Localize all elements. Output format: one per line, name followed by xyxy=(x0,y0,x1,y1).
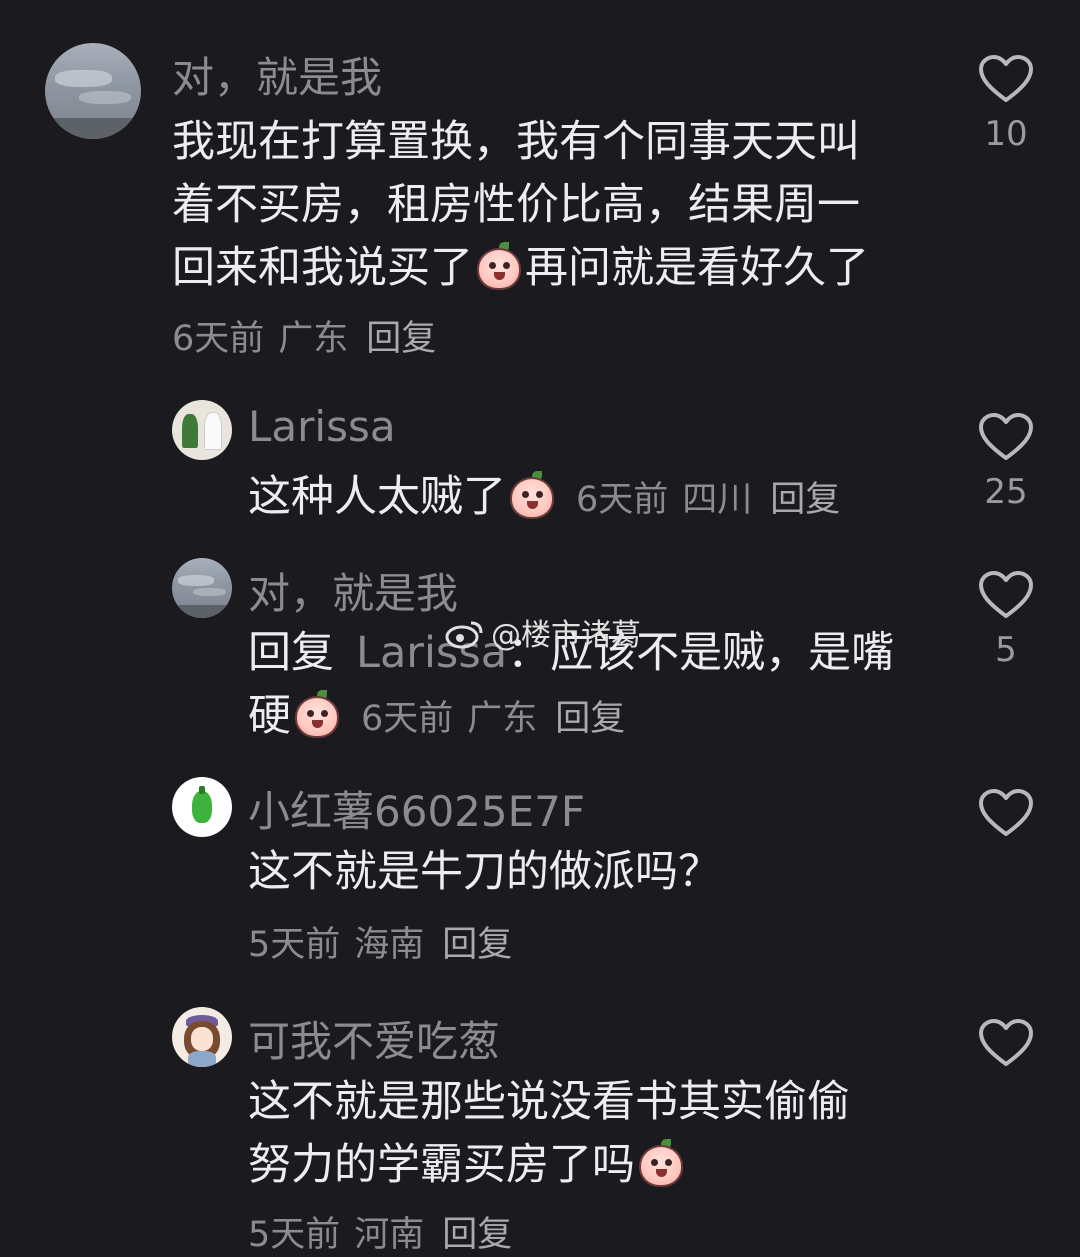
heart-outline-icon xyxy=(979,55,1033,102)
like-button[interactable]: 10 xyxy=(966,54,1046,154)
comment-meta: 5天前 河南 回复 xyxy=(248,1215,513,1255)
comment-meta: 6天前 广东 回复 xyxy=(172,319,437,359)
avatar[interactable] xyxy=(172,400,232,460)
comment-username[interactable]: 对，就是我 xyxy=(172,44,382,105)
green-pepper-icon xyxy=(192,791,212,823)
comment-username[interactable]: 小红薯66025E7F xyxy=(248,778,585,839)
heart-outline-icon xyxy=(979,1019,1033,1066)
comment-username[interactable]: 对，就是我 xyxy=(248,560,458,621)
weibo-logo-icon xyxy=(445,619,485,649)
reply-button[interactable]: 回复 xyxy=(366,319,436,359)
reply-button[interactable]: 回复 xyxy=(770,480,840,520)
heart-outline-icon xyxy=(979,789,1033,836)
like-button[interactable]: 5 xyxy=(966,570,1046,670)
comment-text: 我现在打算置换，我有个同事天天叫 着不买房，租房性价比高，结果周一 回来和我说买… xyxy=(172,117,869,293)
comment-text: 这不就是那些说没看书其实偷偷 努力的学霸买房了吗 xyxy=(248,1077,850,1190)
like-count: 5 xyxy=(995,630,1017,670)
like-button[interactable]: 25 xyxy=(966,412,1046,512)
reply-button[interactable]: 回复 xyxy=(555,699,625,739)
heart-outline-icon xyxy=(979,571,1033,618)
heart-outline-icon xyxy=(979,413,1033,460)
like-count: 10 xyxy=(984,114,1028,154)
reply-button[interactable]: 回复 xyxy=(442,1215,512,1255)
peach-face-emoji-icon xyxy=(508,471,556,519)
comment-text: 这不就是牛刀的做派吗？ xyxy=(248,847,721,897)
weibo-watermark: @楼市诸葛 xyxy=(445,610,641,654)
like-button[interactable] xyxy=(966,788,1046,838)
avatar[interactable] xyxy=(172,558,232,618)
reply-button[interactable]: 回复 xyxy=(442,925,512,965)
peach-face-emoji-icon xyxy=(475,242,523,290)
comment-username[interactable]: Larissa xyxy=(248,402,396,451)
comment-username[interactable]: 可我不爱吃葱 xyxy=(248,1008,500,1069)
like-button[interactable] xyxy=(966,1018,1046,1068)
peach-face-emoji-icon xyxy=(293,690,341,738)
peach-face-emoji-icon xyxy=(637,1139,685,1187)
comment-meta: 5天前 海南 回复 xyxy=(248,925,513,965)
comment-text: 这种人太贼了 6天前 四川 回复 xyxy=(248,471,841,522)
avatar[interactable] xyxy=(172,1007,232,1067)
avatar[interactable] xyxy=(172,777,232,837)
avatar[interactable] xyxy=(45,43,141,139)
like-count: 25 xyxy=(984,472,1028,512)
